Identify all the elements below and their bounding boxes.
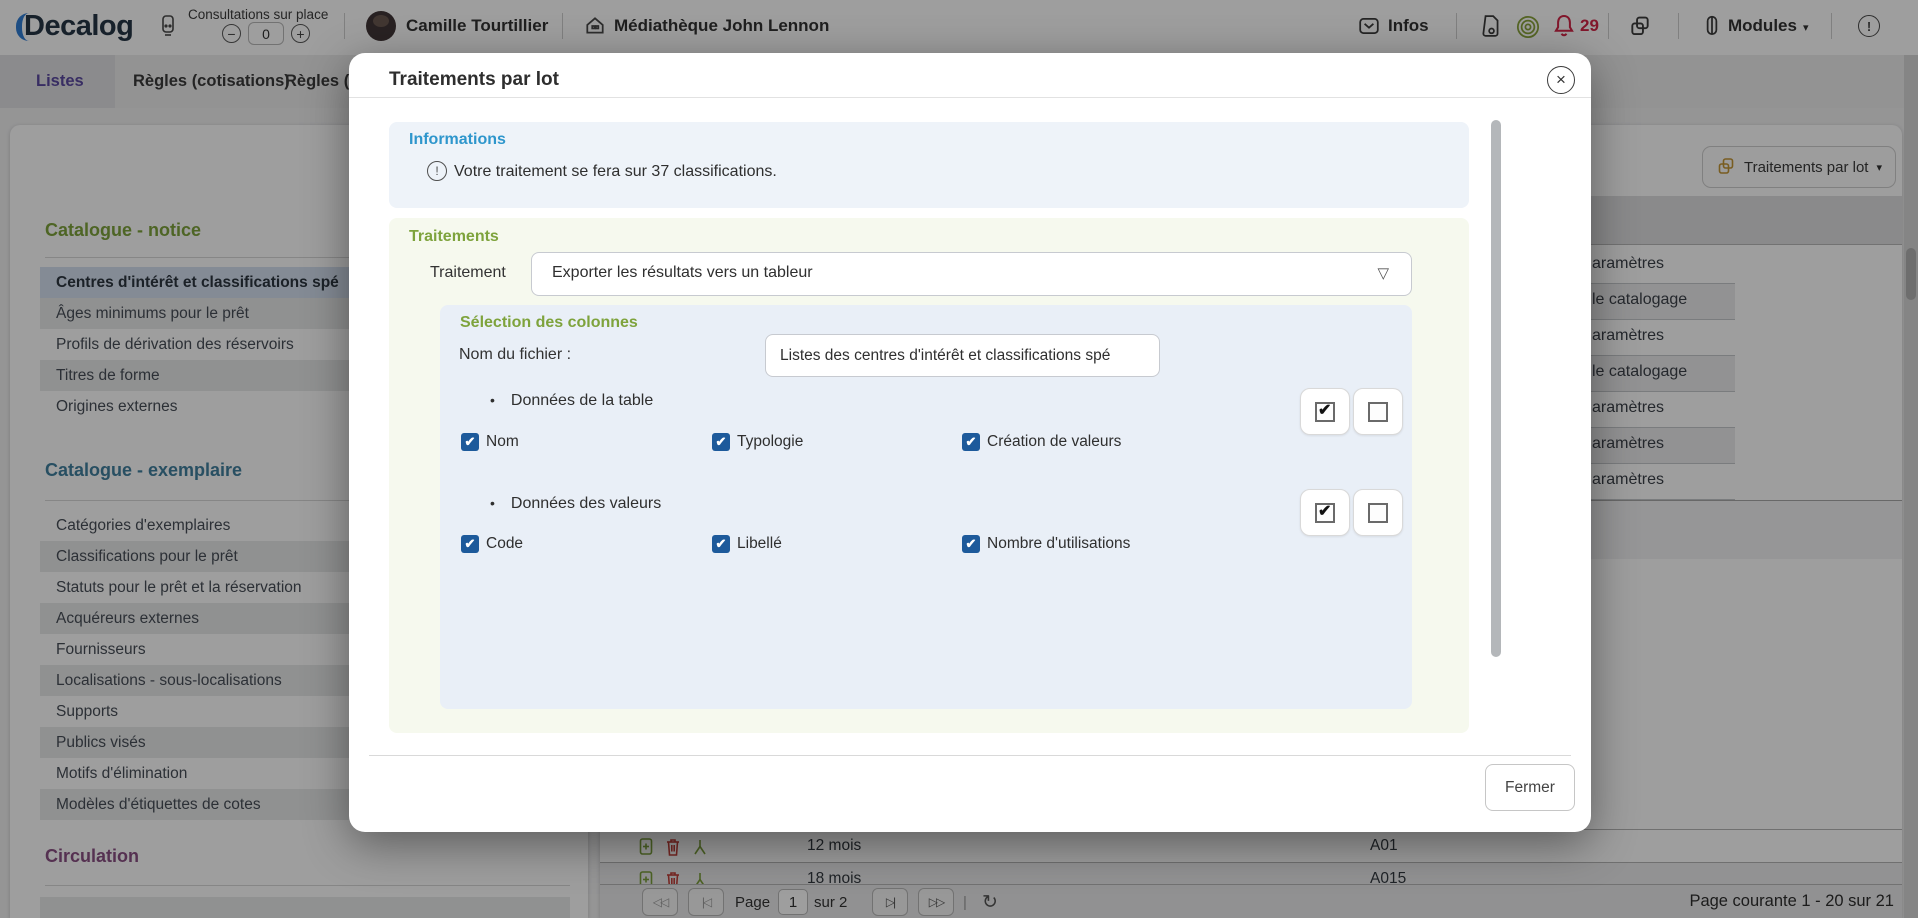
checkbox-item[interactable]: ✔Libellé (712, 535, 782, 553)
filename-label: Nom du fichier : (459, 346, 571, 364)
treatment-select-value: Exporter les résultats vers un tableur (552, 264, 813, 282)
modal-scrollbar-thumb[interactable] (1491, 120, 1501, 657)
close-icon[interactable]: × (1547, 66, 1575, 94)
checkbox-checked-icon[interactable]: ✔ (962, 535, 980, 553)
close-button[interactable]: Fermer (1485, 764, 1575, 811)
treatment-select[interactable]: Exporter les résultats vers un tableur ▽ (531, 252, 1412, 296)
chevron-down-icon: ▽ (1377, 264, 1389, 282)
exclamation-icon: ! (427, 161, 447, 181)
group-title: •Données de la table (490, 392, 653, 410)
group-title: •Données des valeurs (490, 495, 661, 513)
select-all-button[interactable] (1300, 388, 1350, 435)
deselect-all-button[interactable] (1353, 388, 1403, 435)
select-all-button[interactable] (1300, 489, 1350, 536)
batch-processing-modal: Traitements par lot × Informations ! Vot… (349, 53, 1591, 832)
checkbox-item[interactable]: ✔Création de valeurs (962, 433, 1121, 451)
informations-message: Votre traitement se fera sur 37 classifi… (454, 163, 777, 181)
checkbox-item[interactable]: ✔Nom (461, 433, 519, 451)
unchecked-checkbox-icon (1368, 503, 1388, 523)
checkbox-checked-icon[interactable]: ✔ (461, 535, 479, 553)
divider (349, 97, 1591, 98)
divider (369, 755, 1571, 756)
treatments-panel: Traitements Traitement Exporter les résu… (389, 218, 1469, 733)
checked-checkbox-icon (1315, 503, 1335, 523)
bullet-icon: • (490, 392, 495, 408)
checkbox-checked-icon[interactable]: ✔ (461, 433, 479, 451)
unchecked-checkbox-icon (1368, 402, 1388, 422)
checkbox-item[interactable]: ✔Typologie (712, 433, 803, 451)
column-selection-panel: Sélection des colonnes Nom du fichier : … (440, 305, 1412, 709)
checkbox-item[interactable]: ✔Code (461, 535, 523, 553)
bullet-icon: • (490, 495, 495, 511)
checkbox-checked-icon[interactable]: ✔ (962, 433, 980, 451)
treatments-heading: Traitements (409, 228, 499, 246)
filename-input[interactable] (765, 334, 1160, 377)
deselect-all-button[interactable] (1353, 489, 1403, 536)
informations-heading: Informations (409, 131, 506, 149)
columns-heading: Sélection des colonnes (460, 314, 638, 332)
checkbox-item[interactable]: ✔Nombre d'utilisations (962, 535, 1130, 553)
checkbox-checked-icon[interactable]: ✔ (712, 433, 730, 451)
modal-title: Traitements par lot (389, 69, 559, 91)
treatment-label: Traitement (430, 264, 506, 282)
checkbox-checked-icon[interactable]: ✔ (712, 535, 730, 553)
app-screen: Decalog Consultations sur place − + Cami… (0, 0, 1918, 918)
informations-panel: Informations ! Votre traitement se fera … (389, 122, 1469, 208)
checked-checkbox-icon (1315, 402, 1335, 422)
